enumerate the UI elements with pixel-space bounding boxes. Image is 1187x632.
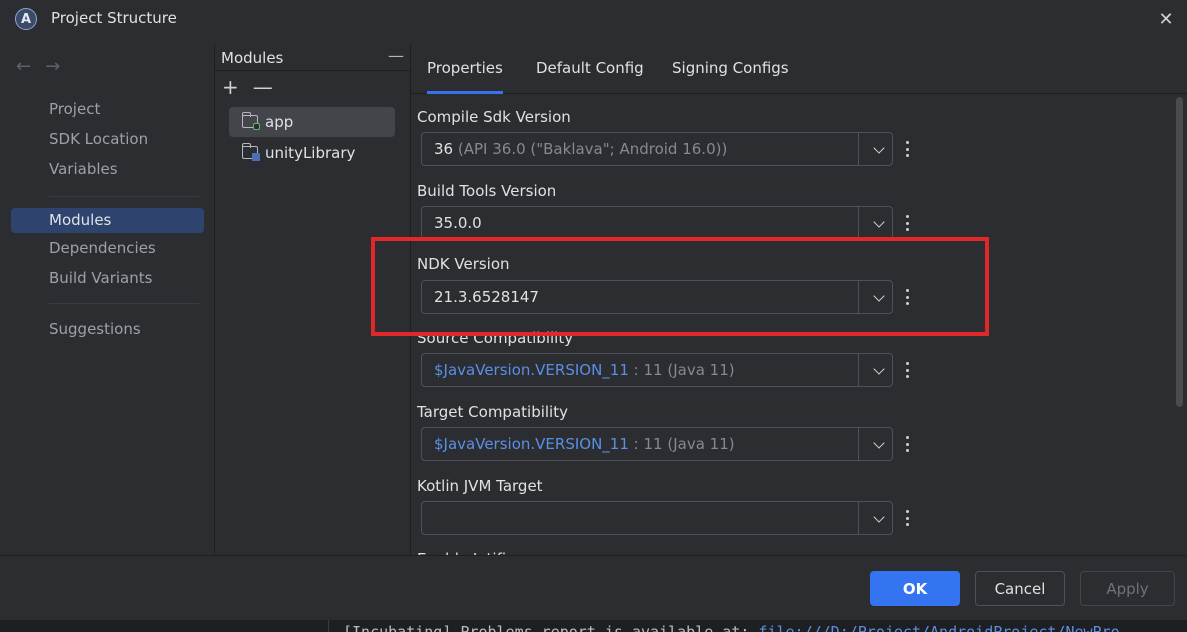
modules-toolbar: + — bbox=[222, 75, 273, 99]
chevron-down-icon[interactable] bbox=[873, 216, 885, 228]
chevron-down-icon[interactable] bbox=[873, 142, 885, 154]
target-compat-combo[interactable]: $JavaVersion.VERSION_11 : 11 (Java 11) bbox=[421, 427, 893, 461]
compile-sdk-hint: (API 36.0 ("Baklava"; Android 16.0)) bbox=[457, 140, 728, 158]
nav-item-modules[interactable]: Modules bbox=[11, 208, 204, 233]
console-text: [Incubating] Problems report is availabl… bbox=[343, 623, 759, 632]
nav-item-project[interactable]: Project bbox=[11, 97, 204, 122]
console-output: [Incubating] Problems report is availabl… bbox=[328, 620, 1187, 632]
back-arrow-icon[interactable]: ← bbox=[16, 56, 31, 77]
history-arrows: ← → bbox=[16, 56, 60, 77]
dialog-footer: OK Cancel Apply bbox=[0, 555, 1187, 620]
nav-item-suggestions[interactable]: Suggestions bbox=[11, 317, 204, 342]
more-options-icon[interactable] bbox=[903, 213, 911, 233]
project-structure-dialog: A Project Structure ✕ ← → Project SDK Lo… bbox=[0, 0, 1187, 620]
forward-arrow-icon[interactable]: → bbox=[45, 56, 60, 77]
compile-sdk-value: 36 bbox=[434, 140, 454, 158]
dialog-title: Project Structure bbox=[51, 9, 177, 27]
compile-sdk-label: Compile Sdk Version bbox=[417, 108, 571, 126]
build-tools-value: 35.0.0 bbox=[434, 214, 482, 232]
tab-bar: Properties Default Config Signing Config… bbox=[411, 44, 1187, 94]
tab-default-config[interactable]: Default Config bbox=[536, 59, 644, 94]
combo-divider bbox=[858, 428, 859, 460]
ok-button[interactable]: OK bbox=[870, 571, 960, 606]
combo-divider bbox=[858, 502, 859, 534]
build-tools-combo[interactable]: 35.0.0 bbox=[421, 206, 893, 240]
combo-divider bbox=[858, 354, 859, 386]
tab-properties[interactable]: Properties bbox=[427, 59, 503, 94]
more-options-icon[interactable] bbox=[903, 360, 911, 380]
nav-item-sdk-location[interactable]: SDK Location bbox=[11, 127, 204, 152]
module-badge-icon bbox=[253, 123, 260, 130]
nav-item-build-variants[interactable]: Build Variants bbox=[11, 266, 204, 291]
modules-header-divider bbox=[215, 70, 410, 71]
kotlin-jvm-combo[interactable] bbox=[421, 501, 893, 535]
chevron-down-icon[interactable] bbox=[873, 363, 885, 375]
combo-divider bbox=[858, 133, 859, 165]
source-compat-hint: : 11 (Java 11) bbox=[633, 361, 735, 379]
chevron-down-icon[interactable] bbox=[873, 511, 885, 523]
source-compat-combo[interactable]: $JavaVersion.VERSION_11 : 11 (Java 11) bbox=[421, 353, 893, 387]
target-compat-hint: : 11 (Java 11) bbox=[633, 435, 735, 453]
more-options-icon[interactable] bbox=[903, 139, 911, 159]
compile-sdk-combo[interactable]: 36 (API 36.0 ("Baklava"; Android 16.0)) bbox=[421, 132, 893, 166]
chevron-down-icon[interactable] bbox=[873, 437, 885, 449]
modules-header: Modules bbox=[221, 49, 284, 67]
cancel-button[interactable]: Cancel bbox=[975, 571, 1065, 606]
combo-divider bbox=[858, 207, 859, 239]
console-link[interactable]: file:///D:/Project/AndroidProject/NewPro bbox=[758, 623, 1119, 632]
more-options-icon[interactable] bbox=[903, 508, 911, 528]
module-item-app[interactable]: app bbox=[229, 107, 395, 137]
title-bar: A Project Structure ✕ bbox=[0, 0, 1187, 40]
left-navigation: ← → Project SDK Location Variables Modul… bbox=[0, 44, 214, 555]
close-icon[interactable]: ✕ bbox=[1155, 8, 1177, 30]
tab-signing-configs[interactable]: Signing Configs bbox=[672, 59, 789, 94]
apply-button[interactable]: Apply bbox=[1080, 571, 1175, 606]
more-options-icon[interactable] bbox=[903, 434, 911, 454]
build-tools-label: Build Tools Version bbox=[417, 182, 557, 200]
android-studio-logo-icon: A bbox=[15, 8, 37, 30]
library-badge-icon bbox=[252, 153, 260, 161]
vertical-scrollbar[interactable] bbox=[1176, 97, 1183, 407]
nav-item-variables[interactable]: Variables bbox=[11, 157, 204, 182]
kotlin-jvm-label: Kotlin JVM Target bbox=[417, 477, 543, 495]
nav-divider bbox=[49, 196, 199, 197]
target-compat-label: Target Compatibility bbox=[417, 403, 568, 421]
add-module-icon[interactable]: + bbox=[222, 75, 239, 99]
target-compat-value: $JavaVersion.VERSION_11 bbox=[434, 435, 629, 453]
module-item-label: app bbox=[265, 113, 294, 131]
source-compat-value: $JavaVersion.VERSION_11 bbox=[434, 361, 629, 379]
remove-module-icon[interactable]: — bbox=[253, 75, 273, 99]
nav-item-dependencies[interactable]: Dependencies bbox=[11, 236, 204, 261]
module-item-unitylibrary[interactable]: unityLibrary bbox=[229, 138, 395, 168]
minimize-icon[interactable]: — bbox=[388, 46, 404, 65]
module-item-label: unityLibrary bbox=[265, 144, 356, 162]
nav-divider bbox=[49, 303, 199, 304]
ndk-highlight-box bbox=[371, 237, 989, 336]
